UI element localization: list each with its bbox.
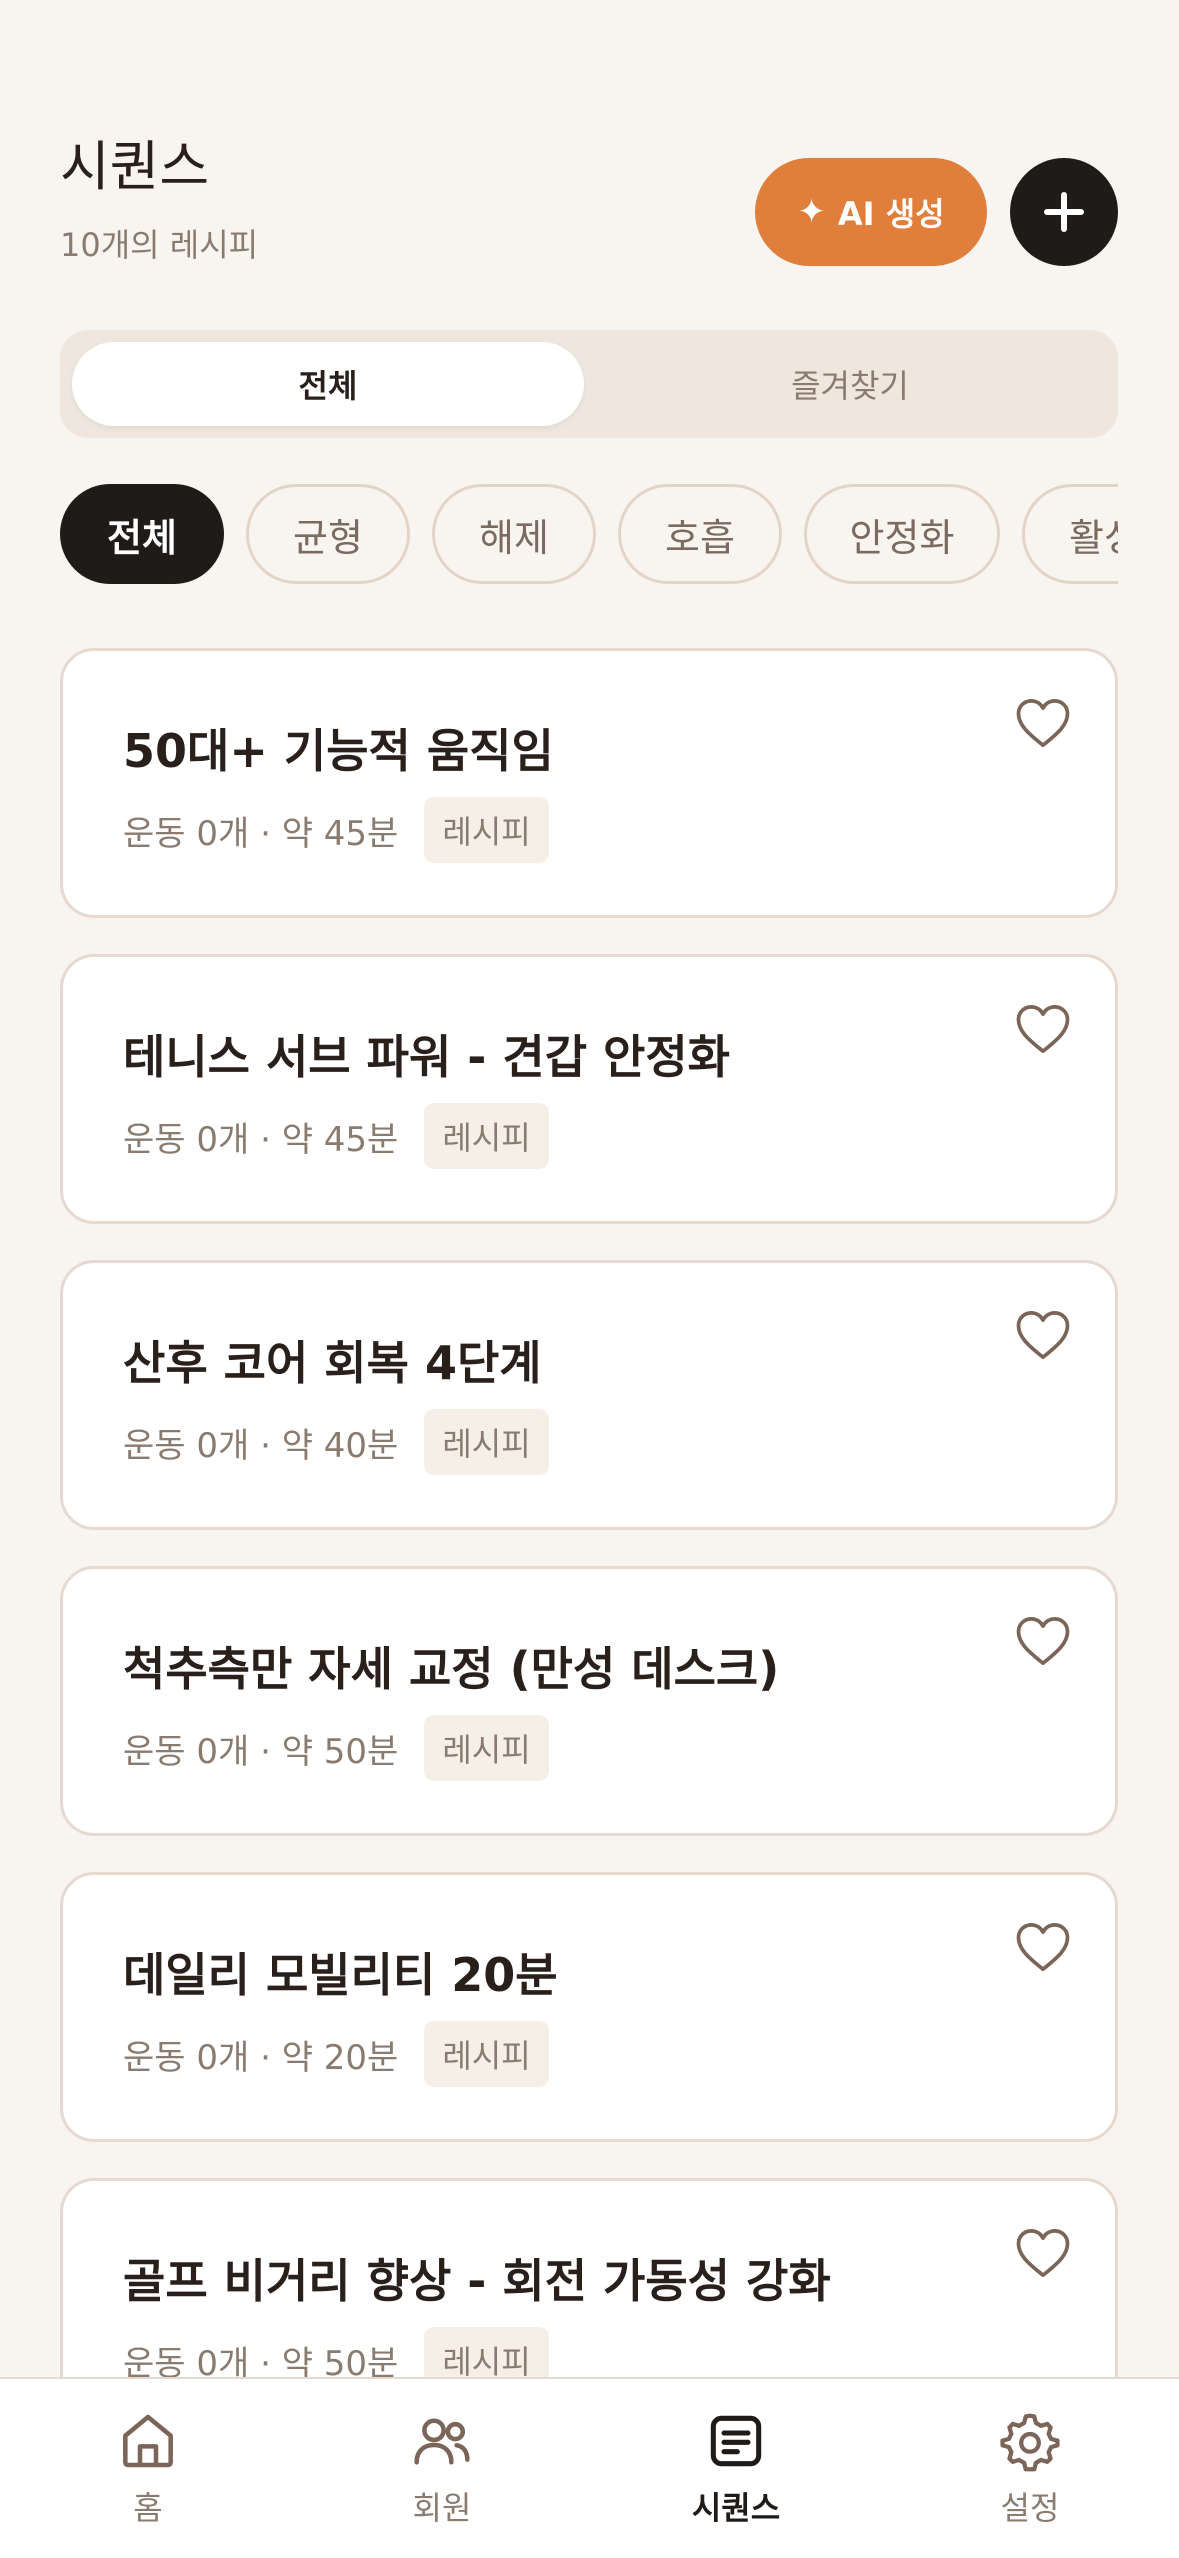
heart-icon[interactable] [1015,697,1071,749]
recipe-badge: 레시피 [424,1409,549,1475]
filter-chips: 전체균형해제호흡안정화활성 [60,484,1118,588]
heart-icon[interactable] [1015,1003,1071,1055]
sequence-card[interactable]: 데일리 모빌리티 20분 운동 0개 · 약 20분 레시피 [60,1872,1118,2142]
ai-generate-label: AI 생성 [837,195,945,233]
heart-icon[interactable] [1015,1309,1071,1361]
sequence-card[interactable]: 척추측만 자세 교정 (만성 데스크) 운동 0개 · 약 50분 레시피 [60,1566,1118,1836]
recipe-badge: 레시피 [424,1103,549,1169]
sequence-icon [710,2415,762,2467]
filter-chip-release[interactable]: 해제 [432,484,596,584]
members-icon [414,2418,470,2465]
sequence-card[interactable]: 50대+ 기능적 움직임 운동 0개 · 약 45분 레시피 [60,648,1118,918]
tab-settings-label: 설정 [1000,2489,1060,2527]
heart-icon[interactable] [1015,1921,1071,1973]
segmented-control: 전체 즐겨찾기 [60,330,1118,438]
tab-home[interactable]: 홈 [68,2409,228,2529]
sequence-card[interactable]: 산후 코어 회복 4단계 운동 0개 · 약 40분 레시피 [60,1260,1118,1530]
heart-icon[interactable] [1015,2227,1071,2279]
filter-chip-breathing[interactable]: 호흡 [618,484,782,584]
card-meta: 운동 0개 · 약 20분 [123,2037,399,2078]
page-header: 시퀀스 10개의 레시피 [60,140,258,266]
tab-members-label: 회원 [412,2489,472,2527]
filter-chip-all[interactable]: 전체 [60,484,224,584]
tab-sequence-label: 시퀀스 [691,2489,781,2527]
tab-home-label: 홈 [133,2489,163,2527]
card-meta: 운동 0개 · 약 40분 [123,1425,399,1466]
heart-icon[interactable] [1015,1615,1071,1667]
card-title: 골프 비거리 향상 - 회전 가동성 강화 [123,2254,831,2308]
segment-favorites[interactable]: 즐겨찾기 [594,342,1106,426]
card-meta: 운동 0개 · 약 45분 [123,1119,399,1160]
sparkle-icon: ✦ [797,192,826,232]
card-title: 산후 코어 회복 4단계 [123,1336,542,1390]
sequence-card[interactable]: 테니스 서브 파워 - 견갑 안정화 운동 0개 · 약 45분 레시피 [60,954,1118,1224]
add-button[interactable] [1010,158,1118,266]
filter-chip-activation[interactable]: 활성 [1022,484,1118,584]
ai-generate-button[interactable]: ✦ AI 생성 [755,158,987,266]
card-title: 데일리 모빌리티 20분 [123,1948,558,2002]
home-icon [123,2414,173,2468]
tab-members[interactable]: 회원 [362,2409,522,2529]
recipe-count: 10개의 레시피 [60,226,259,264]
segment-all[interactable]: 전체 [72,342,584,426]
card-title: 테니스 서브 파워 - 견갑 안정화 [123,1030,731,1084]
tab-settings[interactable]: 설정 [950,2409,1110,2529]
tab-sequence[interactable]: 시퀀스 [656,2409,816,2529]
card-title: 척추측만 자세 교정 (만성 데스크) [123,1642,780,1696]
recipe-badge: 레시피 [424,797,549,863]
gear-icon [1000,2413,1060,2472]
page-title: 시퀀스 [60,135,210,198]
card-title: 50대+ 기능적 움직임 [123,724,554,778]
recipe-badge: 레시피 [424,2021,549,2087]
filter-chip-stability[interactable]: 안정화 [804,484,1000,584]
recipe-badge: 레시피 [424,1715,549,1781]
tab-bar: 홈 회원 시퀀스 설정 [0,2377,1179,2558]
card-meta: 운동 0개 · 약 45분 [123,813,399,854]
filter-chip-balance[interactable]: 균형 [246,484,410,584]
card-meta: 운동 0개 · 약 50분 [123,1731,399,1772]
